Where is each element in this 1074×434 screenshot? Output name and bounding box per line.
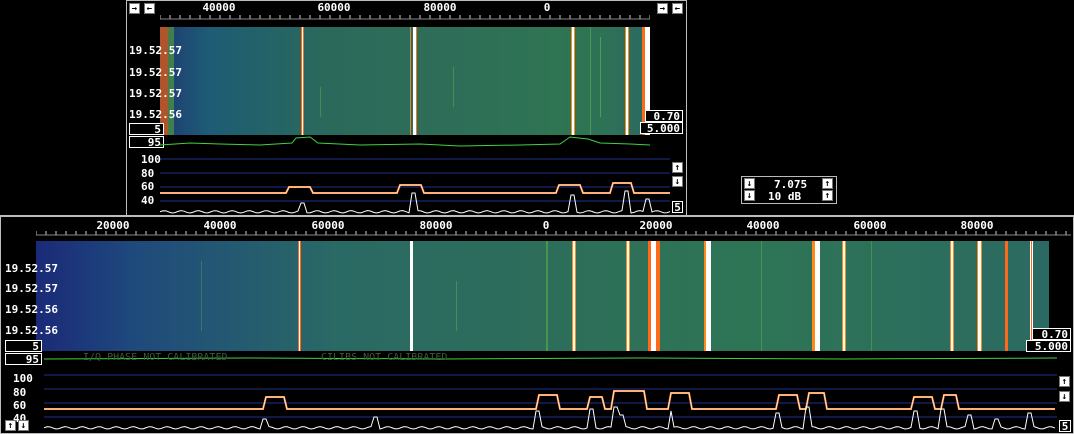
arrow-down-button[interactable]: ↓ [672, 176, 683, 187]
freq-label: 60000 [317, 1, 351, 14]
arrow-up-button[interactable]: ↑ [672, 162, 683, 173]
arrow-up-button[interactable]: ↑ [1059, 376, 1070, 387]
bottom-waterfall-window: 20000 40000 60000 80000 0 20000 40000 60… [0, 215, 1074, 434]
range-value-field[interactable]: 5.000 [640, 122, 683, 134]
scroll-left-end-button[interactable]: ← [672, 3, 683, 14]
freq-label: 20000 [639, 219, 673, 232]
peak-trace [160, 190, 671, 214]
avg-trace-core [44, 390, 1055, 410]
arrow-down-button[interactable]: ↓ [744, 178, 755, 189]
db-label: 60 [13, 399, 27, 412]
status-text: I/Q PHASE NOT CALIBRATED [83, 352, 228, 363]
avg-count-field[interactable]: 5 [5, 340, 42, 352]
scroll-left-button[interactable]: ← [144, 3, 155, 14]
avg-count-field[interactable]: 5 [129, 123, 164, 135]
bottom-waterfall[interactable] [36, 241, 1049, 351]
arrow-down-button[interactable]: ↓ [18, 420, 29, 431]
time-label: 19.52.57 [129, 66, 182, 79]
freq-label: 80000 [419, 219, 453, 232]
db-label: 80 [141, 167, 155, 180]
freq-label: 40000 [203, 219, 237, 232]
freq-label: 40000 [746, 219, 780, 232]
db-label: 60 [141, 180, 155, 193]
green-trace [160, 136, 650, 147]
avg-trace [44, 390, 1055, 410]
freq-label: 80000 [423, 1, 457, 14]
time-label: 19.52.57 [129, 44, 182, 57]
arrow-down-button[interactable]: ↓ [744, 190, 755, 201]
trace-scale-field[interactable]: 95 [129, 136, 164, 148]
status-text: CILIBS NOT CALIBRATED [321, 352, 448, 363]
control-panel: ↓ 7.075 ↑ ↓ 10 dB ↑ [741, 176, 837, 204]
db-label: 80 [13, 386, 27, 399]
freq-label: 20000 [96, 219, 130, 232]
freq-label: 60000 [853, 219, 887, 232]
trace-scale-field[interactable]: 95 [5, 353, 42, 365]
freq-label: 0 [543, 1, 551, 14]
peak-trace [44, 406, 1056, 430]
spectrum-count-field[interactable]: 5 [1059, 420, 1071, 432]
top-waterfall-lines [160, 27, 650, 135]
arrow-up-button[interactable]: ↑ [822, 178, 833, 189]
time-label: 19.52.57 [5, 282, 58, 295]
db-label: 40 [141, 194, 155, 207]
freq-label: 60000 [311, 219, 345, 232]
avg-trace-core [160, 182, 670, 194]
gain-value-field[interactable]: 0.70 [1032, 328, 1071, 340]
freq-label: 0 [542, 219, 550, 232]
bottom-spectrum-graph [44, 374, 1057, 430]
time-label: 19.52.56 [5, 324, 58, 337]
db-label: 100 [141, 153, 161, 166]
top-waterfall-window: → ← → ← 40000 60000 80000 0 19.52.57 19.… [126, 0, 687, 216]
bottom-waterfall-lines [201, 241, 1033, 351]
bottom-freq-scale [36, 231, 1071, 236]
time-label: 19.52.57 [5, 262, 58, 275]
top-spectrum-graph [160, 158, 671, 214]
gain-value-field[interactable]: 0.70 [645, 110, 683, 122]
time-label: 19.52.56 [5, 303, 58, 316]
spectrum-count-field[interactable]: 5 [672, 201, 683, 213]
control-value-2[interactable]: 10 dB [768, 190, 801, 203]
scroll-right-end-button[interactable]: → [657, 3, 668, 14]
arrow-up-button[interactable]: ↑ [822, 190, 833, 201]
freq-label: 40000 [202, 1, 236, 14]
range-value-field[interactable]: 5.000 [1026, 340, 1071, 352]
time-label: 19.52.57 [129, 87, 182, 100]
db-label: 100 [13, 372, 33, 385]
top-waterfall[interactable] [160, 27, 650, 135]
freq-label: 80000 [960, 219, 994, 232]
arrow-down-button[interactable]: ↓ [1059, 391, 1070, 402]
arrow-up-button[interactable]: ↑ [5, 420, 16, 431]
scroll-right-button[interactable]: → [129, 3, 140, 14]
time-label: 19.52.56 [129, 108, 182, 121]
